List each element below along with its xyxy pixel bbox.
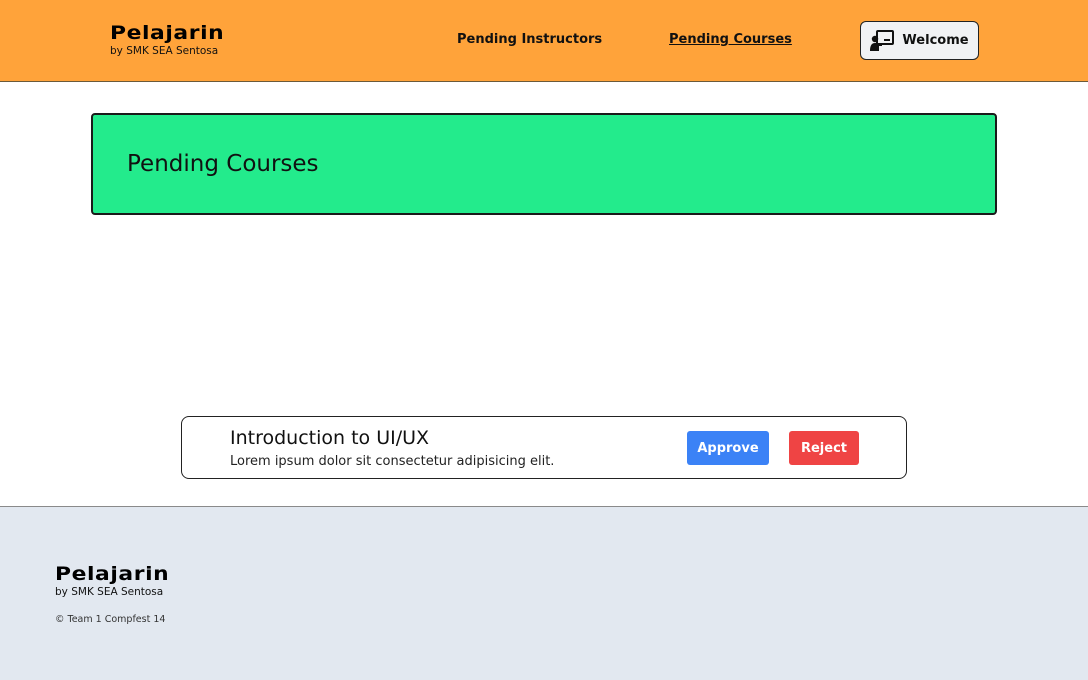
- footer-brand-logo: Pelajarin by SMK SEA Sentosa: [55, 563, 169, 598]
- brand-logo[interactable]: Pelajarin by SMK SEA Sentosa: [110, 22, 224, 57]
- site-footer: Pelajarin by SMK SEA Sentosa © Team 1 Co…: [0, 506, 1088, 680]
- welcome-label: Welcome: [902, 33, 969, 48]
- page-title: Pending Courses: [127, 151, 319, 177]
- nav-pending-courses[interactable]: Pending Courses: [669, 32, 792, 47]
- course-card: Introduction to UI/UX Lorem ipsum dolor …: [181, 416, 907, 479]
- approve-button[interactable]: Approve: [687, 431, 769, 465]
- footer-brand-subtitle: by SMK SEA Sentosa: [55, 586, 164, 598]
- teacher-board-icon: [870, 29, 895, 51]
- footer-copyright: © Team 1 Compfest 14: [55, 614, 166, 625]
- site-header: Pelajarin by SMK SEA Sentosa Pending Ins…: [0, 0, 1088, 82]
- reject-button[interactable]: Reject: [789, 431, 859, 465]
- brand-subtitle: by SMK SEA Sentosa: [110, 45, 219, 57]
- footer-brand-name: Pelajarin: [55, 563, 170, 585]
- course-description: Lorem ipsum dolor sit consectetur adipis…: [230, 454, 555, 469]
- page-title-banner: Pending Courses: [91, 113, 997, 215]
- welcome-button[interactable]: Welcome: [860, 21, 979, 60]
- course-title: Introduction to UI/UX: [230, 427, 430, 449]
- nav-pending-instructors[interactable]: Pending Instructors: [457, 32, 602, 47]
- brand-name: Pelajarin: [110, 22, 225, 44]
